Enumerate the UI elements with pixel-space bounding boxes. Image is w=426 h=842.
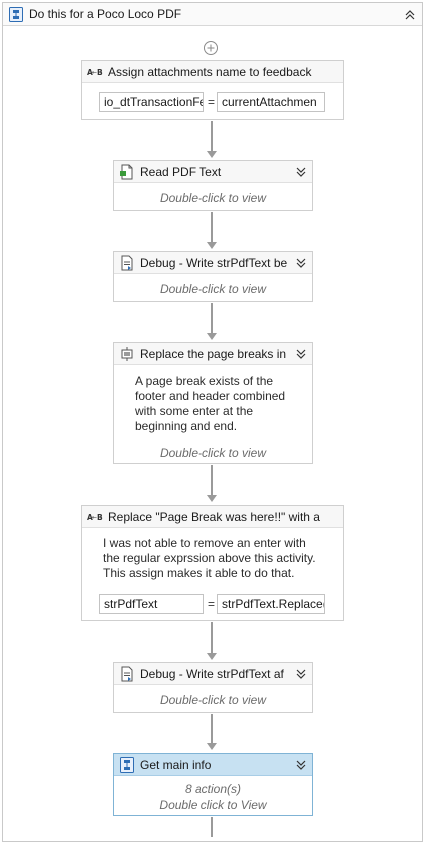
activity-header[interactable]: Replace the page breaks in xyxy=(114,343,312,365)
annotation-line: This assign makes it able to do that. xyxy=(103,566,295,580)
expand-chevron-down-icon[interactable] xyxy=(295,257,307,269)
connector-arrow xyxy=(207,333,217,340)
annotation-line: I was not able to remove an enter with xyxy=(103,536,306,550)
svg-text:B: B xyxy=(97,513,103,522)
debug-write-after-activity[interactable]: Debug - Write strPdfText af Double-click… xyxy=(113,662,313,713)
activity-title: Debug - Write strPdfText af xyxy=(140,667,284,681)
write-line-icon xyxy=(121,255,133,271)
equals-sign: = xyxy=(208,597,216,611)
regex-replace-icon xyxy=(121,347,133,361)
activity-title: Replace "Page Break was here!!" with a xyxy=(108,510,320,524)
assign-attachments-activity[interactable]: A ← B Assign attachments name to feedbac… xyxy=(81,60,344,120)
connector-line xyxy=(211,817,213,837)
activity-title: Debug - Write strPdfText be xyxy=(140,256,288,270)
replace-page-breaks-activity[interactable]: Replace the page breaks in A page break … xyxy=(113,342,313,464)
annotation-line: beginning and end. xyxy=(135,419,238,433)
expand-chevron-down-icon[interactable] xyxy=(295,166,307,178)
sequence-title: Do this for a Poco Loco PDF xyxy=(29,7,182,21)
annotation-line: with some enter at the xyxy=(135,404,254,418)
assign-to-field[interactable]: strPdfText xyxy=(99,594,204,614)
connector-line xyxy=(211,121,213,151)
activity-header[interactable]: Debug - Write strPdfText be xyxy=(114,252,312,274)
connector-arrow xyxy=(207,242,217,249)
expand-chevron-down-icon[interactable] xyxy=(295,348,307,360)
double-click-hint: Double-click to view xyxy=(159,446,267,460)
assign-icon: A ← B xyxy=(87,68,103,77)
debug-write-before-activity[interactable]: Debug - Write strPdfText be Double-click… xyxy=(113,251,313,302)
connector-arrow xyxy=(207,151,217,158)
assign-to-field[interactable]: io_dtTransactionFe xyxy=(99,92,204,112)
assign-icon: A ← B xyxy=(87,513,103,522)
connector-line xyxy=(211,714,213,743)
activity-annotation: I was not able to remove an enter with t… xyxy=(103,536,316,581)
connector-arrow xyxy=(207,743,217,750)
connector-line xyxy=(211,465,213,495)
annotation-line: A page break exists of the xyxy=(135,374,274,388)
activity-header[interactable]: Debug - Write strPdfText af xyxy=(114,663,312,685)
sequence-icon xyxy=(120,757,134,773)
expand-chevron-down-icon[interactable] xyxy=(295,668,307,680)
double-click-hint: Double-click to view xyxy=(159,693,267,707)
connector-line xyxy=(211,622,213,653)
activity-title: Get main info xyxy=(140,758,212,772)
double-click-hint: Double-click to view xyxy=(159,191,267,205)
annotation-line: footer and header combined xyxy=(135,389,286,403)
pdf-document-icon xyxy=(120,164,133,180)
action-count: 8 action(s) xyxy=(184,782,242,796)
activity-annotation: A page break exists of the footer and he… xyxy=(135,374,285,434)
sequence-icon xyxy=(9,7,23,22)
read-pdf-text-activity[interactable]: Read PDF Text Double-click to view xyxy=(113,160,313,211)
activity-title: Assign attachments name to feedback xyxy=(108,65,312,79)
activity-title: Read PDF Text xyxy=(140,165,222,179)
activity-title: Replace the page breaks in xyxy=(140,347,287,361)
svg-text:B: B xyxy=(97,68,103,77)
sequence-container[interactable]: Do this for a Poco Loco PDF A ← B Assign… xyxy=(2,2,423,842)
add-activity-icon[interactable] xyxy=(203,40,219,56)
write-line-icon xyxy=(121,666,133,682)
annotation-line: the regular exprssion above this activit… xyxy=(103,551,316,565)
assign-value-field[interactable]: strPdfText.Replace( xyxy=(217,594,325,614)
equals-sign: = xyxy=(208,95,216,109)
activity-header[interactable]: Read PDF Text xyxy=(114,161,312,183)
connector-line xyxy=(211,212,213,242)
activity-header[interactable]: Get main info xyxy=(114,754,312,776)
activity-header[interactable]: A ← B Assign attachments name to feedbac… xyxy=(82,61,343,83)
sequence-header[interactable]: Do this for a Poco Loco PDF xyxy=(3,3,422,26)
double-click-hint: Double-click to view xyxy=(159,282,267,296)
replace-page-break-assign-activity[interactable]: A ← B Replace "Page Break was here!!" wi… xyxy=(81,505,344,621)
get-main-info-sequence[interactable]: Get main info 8 action(s) Double click t… xyxy=(113,753,313,816)
connector-arrow xyxy=(207,653,217,660)
collapse-chevron-up-icon[interactable] xyxy=(403,8,417,22)
expand-chevron-down-icon[interactable] xyxy=(295,759,307,771)
connector-line xyxy=(211,303,213,333)
connector-arrow xyxy=(207,495,217,502)
assign-value-field[interactable]: currentAttachmen xyxy=(217,92,325,112)
double-click-hint: Double click to View xyxy=(159,798,267,812)
activity-header[interactable]: A ← B Replace "Page Break was here!!" wi… xyxy=(82,506,343,528)
